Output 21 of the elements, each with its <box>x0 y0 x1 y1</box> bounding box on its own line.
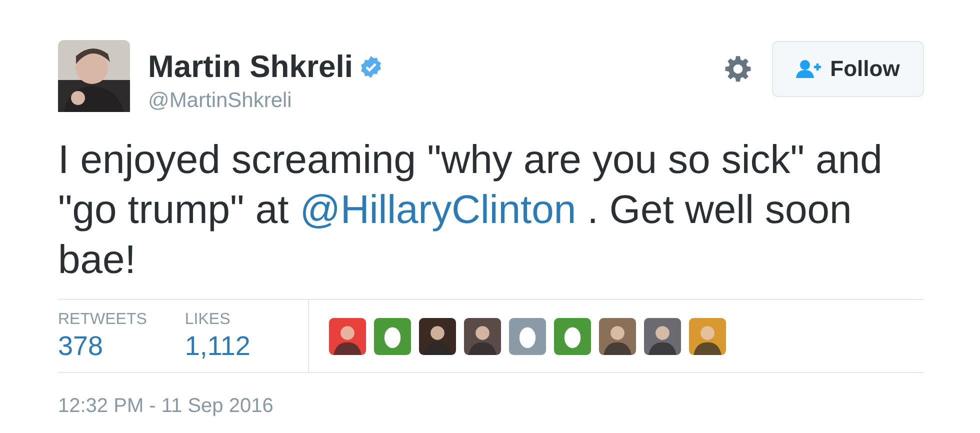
avatar-icon[interactable] <box>644 318 682 354</box>
egg-avatar-icon[interactable] <box>374 318 412 354</box>
avatar-icon[interactable] <box>329 318 366 354</box>
egg-avatar-icon[interactable] <box>509 318 546 354</box>
tweet-timestamp[interactable]: 12:32 PM - 11 Sep 2016 <box>58 395 274 418</box>
avatar-icon[interactable] <box>689 318 726 354</box>
egg-avatar-icon[interactable] <box>554 318 592 354</box>
stat-count[interactable]: 378 <box>58 330 147 362</box>
author-handle[interactable]: @MartinShkreli <box>148 89 724 113</box>
follow-button[interactable]: Follow <box>772 41 924 97</box>
tweet-text: I enjoyed screaming "why are you so sick" and "go trump" at @HillaryClinton . Get well soon bae! <box>58 137 884 284</box>
author-name[interactable]: Martin Shkreli <box>148 49 353 85</box>
stat-count[interactable]: 1,112 <box>184 330 250 362</box>
avatar-icon[interactable] <box>599 318 636 354</box>
stat-label: RETWEETS <box>58 310 147 328</box>
add-person-icon <box>796 59 822 79</box>
settings-icon[interactable] <box>724 55 752 83</box>
stat-label: LIKES <box>184 310 232 328</box>
avatar-icon[interactable] <box>464 318 502 354</box>
mention-link[interactable]: @HillaryClinton <box>300 188 576 232</box>
avatar-icon[interactable] <box>419 318 456 354</box>
